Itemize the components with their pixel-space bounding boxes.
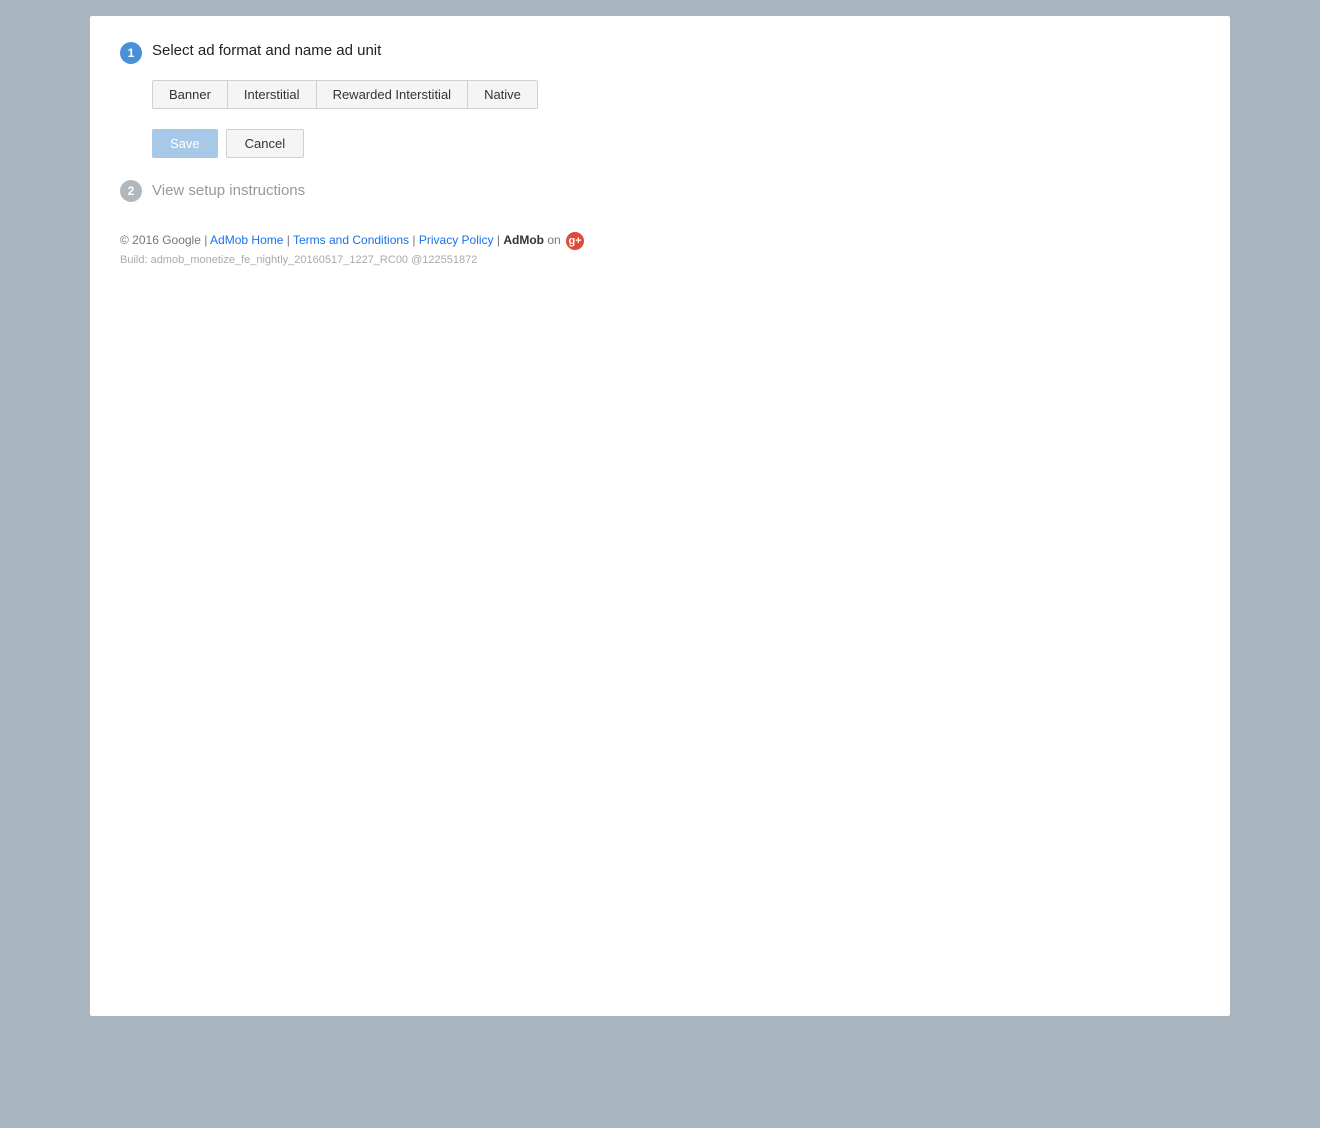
main-container: 1 Select ad format and name ad unit Bann… [90, 16, 1230, 1016]
step2-title: View setup instructions [152, 180, 305, 201]
footer-line1: © 2016 Google | AdMob Home | Terms and C… [120, 232, 1200, 250]
step1-title: Select ad format and name ad unit [152, 40, 381, 61]
terms-link[interactable]: Terms and Conditions [293, 233, 409, 247]
footer: © 2016 Google | AdMob Home | Terms and C… [120, 232, 1200, 266]
step2-row: 2 View setup instructions [120, 178, 1200, 202]
tab-group: Banner Interstitial Rewarded Interstitia… [152, 80, 538, 109]
admob-label: AdMob [503, 233, 544, 247]
cancel-button[interactable]: Cancel [226, 129, 304, 158]
ad-format-section: Banner Interstitial Rewarded Interstitia… [152, 80, 1200, 158]
gplus-icon[interactable]: g+ [566, 232, 584, 250]
privacy-link[interactable]: Privacy Policy [419, 233, 494, 247]
step1-row: 1 Select ad format and name ad unit [120, 40, 1200, 64]
action-buttons: Save Cancel [152, 129, 1200, 158]
save-button[interactable]: Save [152, 129, 218, 158]
tab-native[interactable]: Native [468, 81, 537, 108]
tab-banner[interactable]: Banner [153, 81, 228, 108]
build-info: Build: admob_monetize_fe_nightly_2016051… [120, 254, 1200, 266]
copyright: © 2016 Google [120, 233, 201, 247]
tab-rewarded-interstitial[interactable]: Rewarded Interstitial [317, 81, 469, 108]
admob-home-link[interactable]: AdMob Home [210, 233, 283, 247]
tab-interstitial[interactable]: Interstitial [228, 81, 317, 108]
step2-badge: 2 [120, 180, 142, 202]
step1-badge: 1 [120, 42, 142, 64]
on-label: on [547, 233, 564, 247]
